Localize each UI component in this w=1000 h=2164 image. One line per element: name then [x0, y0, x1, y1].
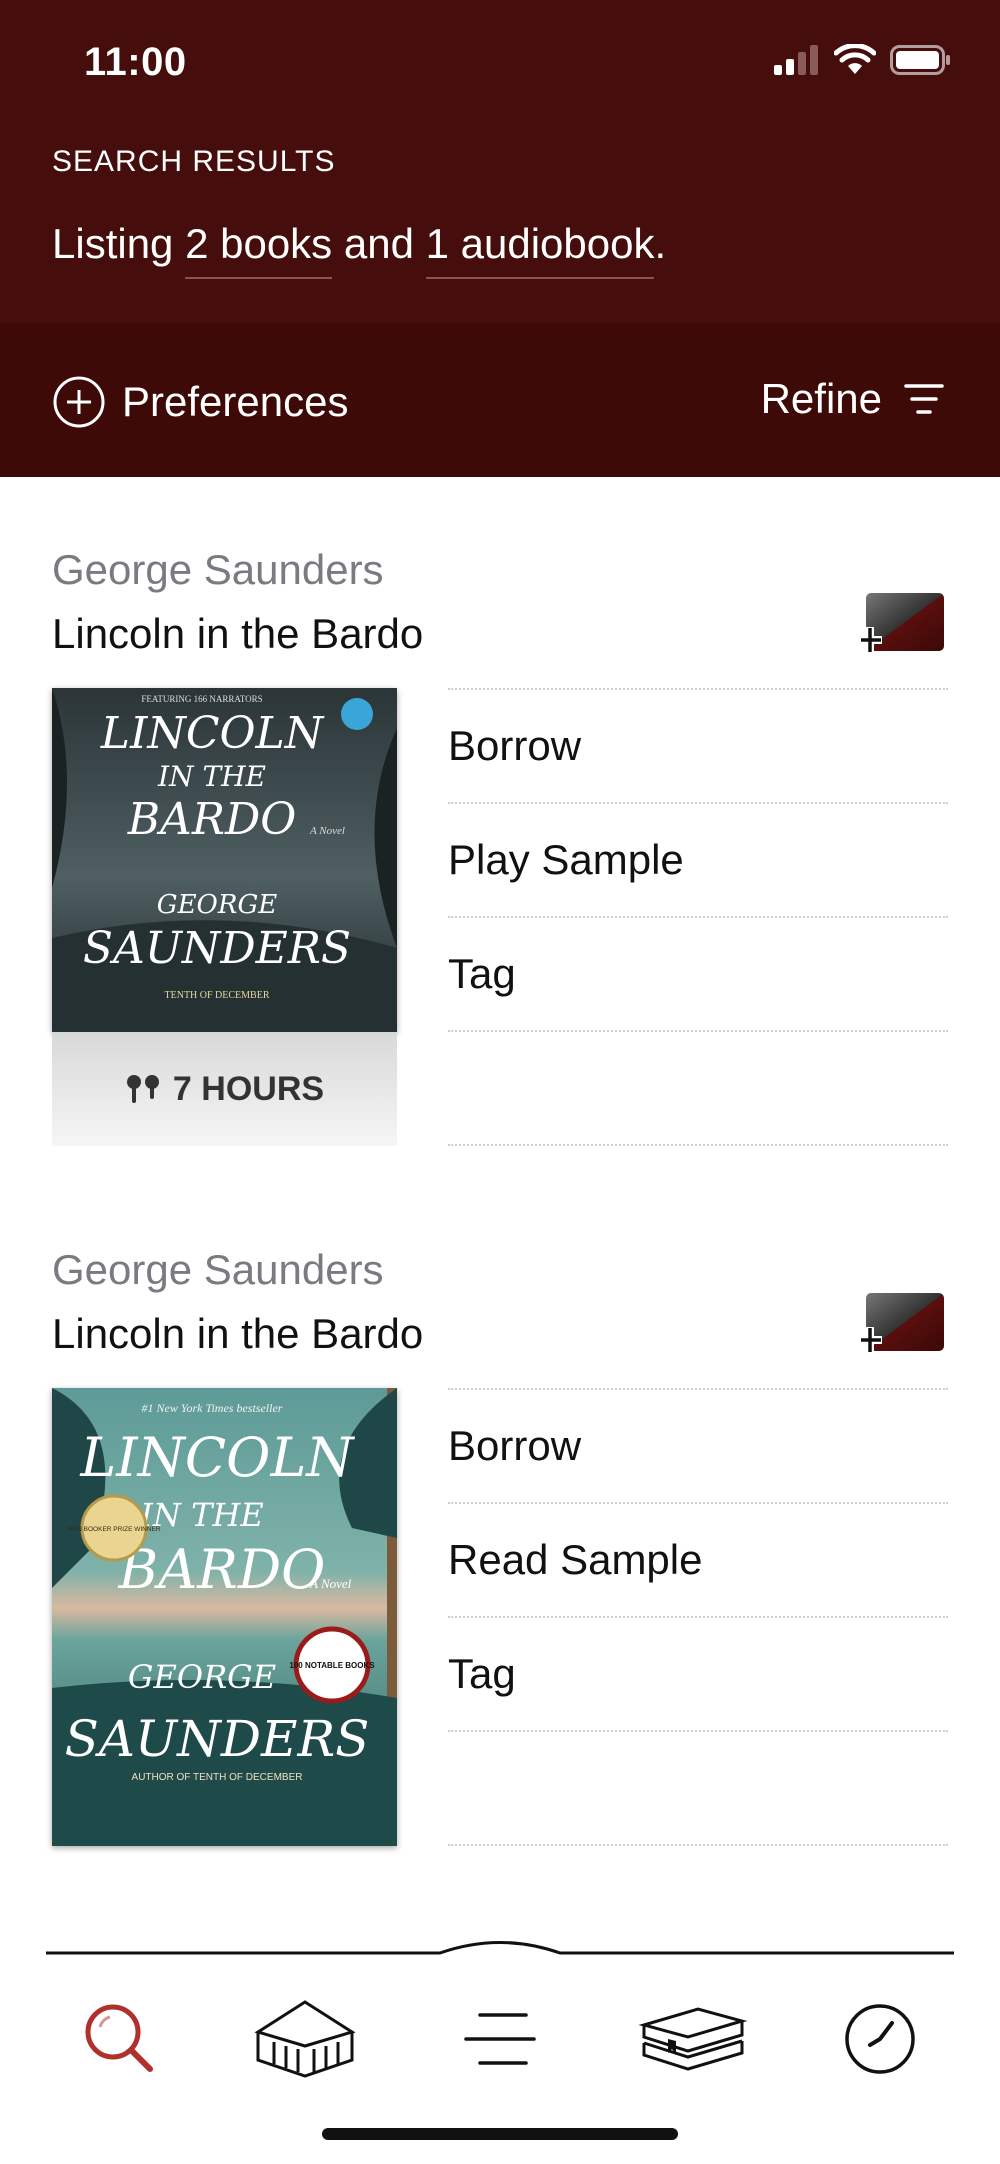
- action-spacer: [448, 1030, 948, 1144]
- cover-title-line3: BARDO: [118, 1538, 326, 1601]
- cover-title-line2: IN THE: [157, 760, 266, 793]
- section-label: SEARCH RESULTS: [52, 145, 336, 178]
- preferences-button[interactable]: Preferences: [52, 375, 348, 429]
- tab-history[interactable]: [825, 1984, 935, 2094]
- audiobooks-count-link[interactable]: 1 audiobook: [425, 220, 655, 279]
- cover-subtitle: A Novel: [309, 825, 345, 837]
- cover-bestseller-text: #1 New York Times bestseller: [142, 1401, 283, 1415]
- duration-text: 7 HOURS: [172, 1069, 325, 1108]
- filter-icon: [904, 384, 944, 414]
- tab-menu[interactable]: [445, 1984, 555, 2094]
- cover-title-line1: LINCOLN: [79, 1426, 355, 1489]
- clock-icon: [845, 2004, 915, 2074]
- home-indicator: [322, 2128, 678, 2140]
- action-divider: [448, 1144, 948, 1146]
- filter-bar: Preferences Refine: [0, 323, 1000, 477]
- status-icons: [774, 44, 952, 76]
- action-spacer: [448, 1730, 948, 1844]
- tab-search[interactable]: [65, 1984, 175, 2094]
- status-time: 11:00: [84, 40, 187, 84]
- tab-shelf[interactable]: [638, 1984, 748, 2094]
- nyt-notable-seal-text: 100 NOTABLE BOOKS: [289, 1661, 375, 1670]
- cover-title-line3: BARDO: [127, 794, 297, 845]
- cover-author-first: GEORGE: [157, 890, 277, 920]
- header: 11:00 SEARCH RESULTS Listing 2 books and…: [0, 0, 1000, 323]
- action-divider: [448, 1844, 948, 1846]
- search-icon: [85, 2004, 153, 2072]
- add-to-list-icon[interactable]: [860, 591, 946, 655]
- action-list: Borrow Read Sample Tag: [448, 1388, 948, 1846]
- action-list: Borrow Play Sample Tag: [448, 688, 948, 1146]
- cover-previous-work: TENTH OF DECEMBER: [165, 990, 270, 1001]
- books-count-link[interactable]: 2 books: [185, 220, 333, 279]
- tag-button[interactable]: Tag: [448, 916, 948, 1030]
- add-circle-icon: [53, 376, 105, 428]
- cover-narrators-text: FEATURING 166 NARRATORS: [141, 694, 262, 704]
- tag-button[interactable]: Tag: [448, 1616, 948, 1730]
- book-cover-ebook[interactable]: #1 New York Times bestseller LINCOLN IN …: [52, 1388, 397, 1846]
- play-sample-button[interactable]: Play Sample: [448, 802, 948, 916]
- add-to-list-icon[interactable]: [860, 1291, 946, 1355]
- booker-prize-seal-text: MAN BOOKER PRIZE WINNER: [67, 1526, 160, 1533]
- earbuds-icon: [126, 1075, 159, 1103]
- cover-author-last: SAUNDERS: [65, 1710, 370, 1768]
- duration-badge: 7 HOURS: [52, 1032, 397, 1146]
- borrow-button[interactable]: Borrow: [448, 1388, 948, 1502]
- library-icon: [254, 2000, 356, 2078]
- tab-bar-divider: [46, 1941, 954, 1955]
- listing-prefix: Listing: [52, 220, 186, 267]
- cover-previous-work: AUTHOR OF TENTH OF DECEMBER: [132, 1772, 303, 1783]
- cover-author-first: GEORGE: [128, 1658, 276, 1696]
- listing-middle: and: [332, 220, 426, 267]
- listing-summary: Listing 2 books and 1 audiobook.: [52, 220, 667, 279]
- book-title[interactable]: Lincoln in the Bardo: [52, 1310, 423, 1358]
- book-cover-audiobook[interactable]: FEATURING 166 NARRATORS LINCOLN IN THE B…: [52, 688, 397, 1032]
- preferences-label: Preferences: [122, 378, 349, 425]
- cover-subtitle: A Novel: [309, 1576, 352, 1591]
- shelf-icon: [638, 2007, 748, 2071]
- tab-library[interactable]: [250, 1984, 360, 2094]
- book-author[interactable]: George Saunders: [52, 1246, 384, 1294]
- wifi-icon: [834, 44, 876, 74]
- cellular-signal-icon: [774, 45, 818, 75]
- status-bar: 11:00: [0, 0, 1000, 120]
- battery-icon: [890, 45, 950, 75]
- book-author[interactable]: George Saunders: [52, 546, 384, 594]
- borrow-button[interactable]: Borrow: [448, 688, 948, 802]
- refine-button[interactable]: Refine: [761, 375, 944, 423]
- menu-icon: [464, 2013, 536, 2065]
- cover-author-last: SAUNDERS: [83, 923, 351, 974]
- refine-label: Refine: [760, 375, 882, 422]
- book-title[interactable]: Lincoln in the Bardo: [52, 610, 423, 658]
- cover-title-line1: LINCOLN: [100, 708, 325, 759]
- listing-suffix: .: [654, 220, 667, 267]
- read-sample-button[interactable]: Read Sample: [448, 1502, 948, 1616]
